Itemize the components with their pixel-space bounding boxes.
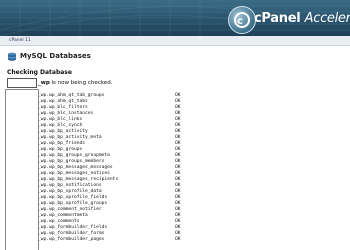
breadcrumb[interactable]: cPanel 11 — [9, 38, 31, 43]
svg-text:c: c — [237, 16, 243, 27]
status-message: _wp is now being checked. — [38, 80, 112, 86]
check-results-list: _wp.wp_ahm_qt_tab_groups OK _wp.wp_ahm_qt_… — [38, 93, 238, 243]
logo-accent: Accelerated — [304, 11, 350, 26]
logo-main: cPanel — [254, 11, 301, 26]
page-title: MySQL Databases — [20, 52, 91, 60]
result-row: _wp.wp_formbuilder_pages OK — [38, 237, 238, 243]
section-title: Checking Database — [7, 69, 72, 76]
breadcrumb-bar — [0, 36, 350, 46]
status-text: is now being checked. — [49, 80, 113, 86]
status-db-name: _wp — [38, 80, 50, 86]
database-icon — [7, 52, 17, 61]
result-table-name: _wp.wp_formbuilder_pages — [38, 237, 105, 242]
cpanel-logo-text: cPanel Accelerated2 — [254, 11, 350, 28]
cpanel-badge-icon: c — [228, 6, 256, 34]
page-header: c cPanel Accelerated2 — [0, 0, 350, 36]
output-frame — [5, 89, 39, 250]
database-name-field[interactable] — [7, 78, 37, 88]
result-status: OK — [175, 237, 181, 242]
